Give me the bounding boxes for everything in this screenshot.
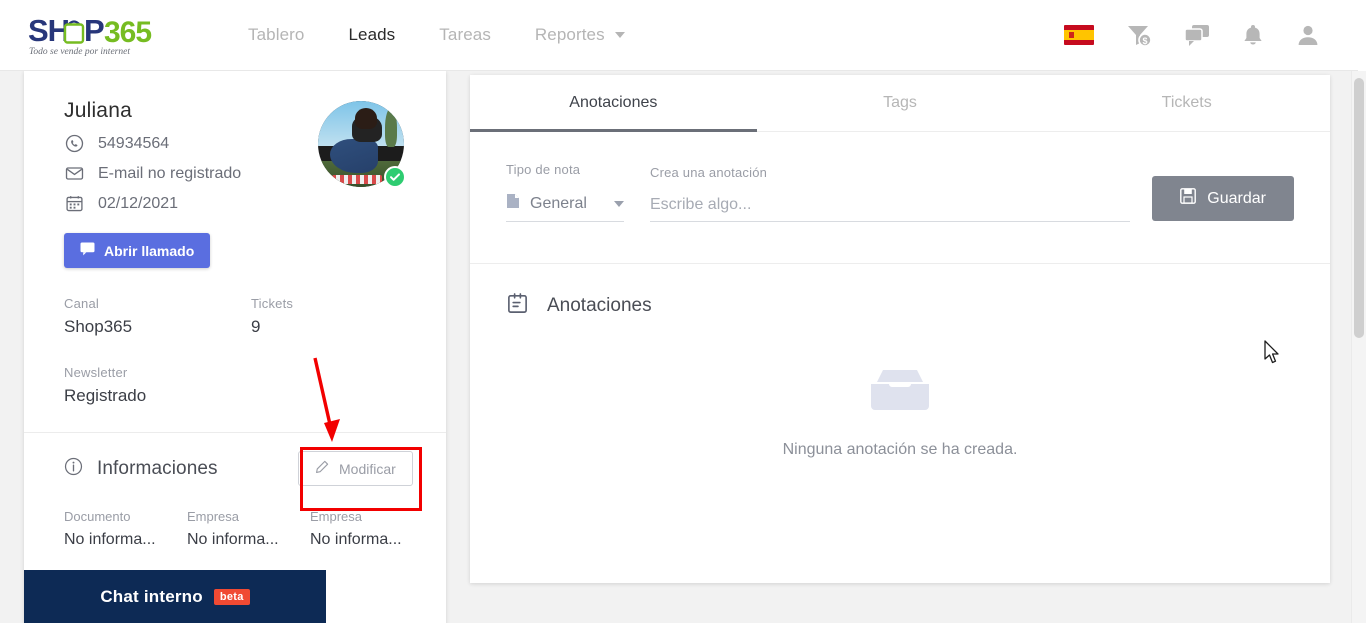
field-tickets-label: Tickets bbox=[251, 296, 294, 311]
info-col-empresa-2: Empresa No informa... bbox=[310, 509, 433, 549]
inbox-tray-icon bbox=[869, 368, 931, 419]
whatsapp-icon bbox=[64, 134, 84, 153]
info-col-documento-value: No informa... bbox=[64, 531, 156, 548]
lead-phone-value: 54934564 bbox=[98, 134, 170, 152]
chat-bubble-icon bbox=[80, 242, 95, 259]
empty-state-text: Ninguna anotación se ha creada. bbox=[782, 441, 1018, 458]
info-col-empresa-1: Empresa No informa... bbox=[187, 509, 310, 549]
user-account-icon[interactable] bbox=[1296, 23, 1320, 47]
info-col-documento: Documento No informa... bbox=[64, 509, 187, 549]
abrir-llamado-label: Abrir llamado bbox=[104, 242, 195, 259]
main-nav-links: Tablero Leads Tareas Reportes bbox=[226, 25, 647, 45]
svg-text:365: 365 bbox=[104, 16, 151, 49]
nav-item-reportes[interactable]: Reportes bbox=[513, 25, 647, 45]
beta-badge: beta bbox=[213, 588, 250, 605]
app-root: SH P 365 Todo se vende por internet Tabl… bbox=[0, 0, 1366, 623]
info-col-documento-label: Documento bbox=[64, 509, 131, 524]
field-tickets-value: 9 bbox=[251, 317, 261, 336]
field-canal: Canal Shop365 bbox=[64, 296, 251, 337]
top-navigation-bar: SH P 365 Todo se vende por internet Tabl… bbox=[0, 0, 1358, 71]
shop365-logo[interactable]: SH P 365 Todo se vende por internet bbox=[28, 11, 164, 59]
page-scrollbar-thumb[interactable] bbox=[1354, 78, 1364, 338]
top-bar-icons: $ bbox=[1064, 23, 1320, 47]
chevron-down-icon bbox=[614, 32, 625, 38]
note-text-label: Crea una anotación bbox=[650, 165, 768, 180]
field-newsletter-value: Registrado bbox=[64, 386, 147, 405]
nav-item-tareas[interactable]: Tareas bbox=[417, 25, 513, 45]
svg-text:$: $ bbox=[1142, 36, 1147, 46]
chat-bubbles-icon[interactable] bbox=[1184, 23, 1210, 47]
note-text-input[interactable] bbox=[650, 188, 1131, 222]
create-note-form: Tipo de nota General Crea una anotación bbox=[470, 132, 1330, 222]
guardar-label: Guardar bbox=[1207, 189, 1266, 207]
informaciones-columns: Documento No informa... Empresa No infor… bbox=[24, 481, 446, 549]
lead-detail-card: Juliana 54934564 E-mail no registrado 02… bbox=[24, 71, 446, 623]
tab-tickets-label: Tickets bbox=[1161, 94, 1212, 111]
chat-interno-bar[interactable]: Chat interno beta bbox=[24, 570, 326, 623]
svg-text:SH: SH bbox=[28, 13, 69, 48]
informaciones-title: Informaciones bbox=[97, 458, 218, 479]
modificar-label: Modificar bbox=[339, 460, 396, 477]
lead-date-value: 02/12/2021 bbox=[98, 194, 179, 212]
note-type-value: General bbox=[530, 194, 587, 212]
svg-text:P: P bbox=[84, 13, 104, 48]
funnel-money-icon[interactable]: $ bbox=[1126, 23, 1152, 47]
lead-header: Juliana 54934564 E-mail no registrado 02… bbox=[24, 71, 446, 213]
annotations-section-header: Anotaciones bbox=[470, 264, 1330, 320]
informaciones-header: Informaciones Modificar bbox=[24, 433, 446, 486]
lead-email-value: E-mail no registrado bbox=[98, 164, 242, 182]
nav-item-leads[interactable]: Leads bbox=[326, 25, 417, 45]
note-document-icon bbox=[506, 193, 520, 214]
tab-anotaciones-label: Anotaciones bbox=[569, 94, 658, 111]
field-tickets: Tickets 9 bbox=[251, 296, 438, 337]
empty-state: Ninguna anotación se ha creada. bbox=[470, 368, 1330, 459]
abrir-llamado-button[interactable]: Abrir llamado bbox=[64, 233, 211, 268]
field-canal-label: Canal bbox=[64, 296, 99, 311]
logo-tagline: Todo se vende por internet bbox=[29, 47, 130, 57]
note-type-field: Tipo de nota General bbox=[506, 162, 624, 222]
note-type-label: Tipo de nota bbox=[506, 162, 581, 177]
field-newsletter: Newsletter Registrado bbox=[64, 365, 251, 406]
note-text-field: Crea una anotación bbox=[650, 165, 1131, 222]
nav-label-tareas: Tareas bbox=[439, 25, 491, 44]
field-canal-value: Shop365 bbox=[64, 317, 133, 336]
annotations-section-title: Anotaciones bbox=[547, 295, 652, 316]
save-disk-icon bbox=[1180, 188, 1197, 209]
verified-check-icon bbox=[384, 166, 406, 188]
clipboard-note-icon bbox=[506, 292, 529, 320]
panel-tabs: Anotaciones Tags Tickets bbox=[470, 75, 1330, 132]
info-col-empresa-1-label: Empresa bbox=[187, 509, 240, 524]
info-col-empresa-2-value: No informa... bbox=[310, 531, 402, 548]
chevron-down-icon bbox=[614, 200, 624, 207]
annotations-panel: Anotaciones Tags Tickets Tipo de nota Ge… bbox=[470, 75, 1330, 583]
nav-label-leads: Leads bbox=[348, 25, 396, 44]
field-newsletter-label: Newsletter bbox=[64, 365, 128, 380]
info-circle-icon bbox=[64, 457, 83, 481]
info-col-empresa-1-value: No informa... bbox=[187, 531, 279, 548]
bell-icon[interactable] bbox=[1242, 23, 1264, 47]
avatar bbox=[318, 101, 406, 188]
tab-tags-label: Tags bbox=[883, 94, 917, 111]
note-type-select[interactable]: General bbox=[506, 185, 624, 222]
nav-item-tablero[interactable]: Tablero bbox=[226, 25, 326, 45]
lead-date-row: 02/12/2021 bbox=[64, 194, 446, 213]
guardar-button[interactable]: Guardar bbox=[1152, 176, 1294, 221]
chat-interno-label: Chat interno bbox=[100, 586, 203, 606]
calendar-icon bbox=[64, 194, 84, 213]
modificar-button[interactable]: Modificar bbox=[298, 451, 413, 486]
nav-label-tablero: Tablero bbox=[248, 25, 305, 44]
nav-label-reportes: Reportes bbox=[534, 25, 605, 44]
lead-fields: Canal Shop365 Tickets 9 Newsletter Regis… bbox=[24, 268, 446, 406]
envelope-icon bbox=[64, 164, 84, 183]
flag-es-icon[interactable] bbox=[1064, 25, 1094, 45]
tab-tags[interactable]: Tags bbox=[757, 75, 1044, 131]
pencil-icon bbox=[315, 460, 329, 477]
info-col-empresa-2-label: Empresa bbox=[310, 509, 363, 524]
tab-anotaciones[interactable]: Anotaciones bbox=[470, 75, 757, 132]
tab-tickets[interactable]: Tickets bbox=[1043, 75, 1330, 131]
